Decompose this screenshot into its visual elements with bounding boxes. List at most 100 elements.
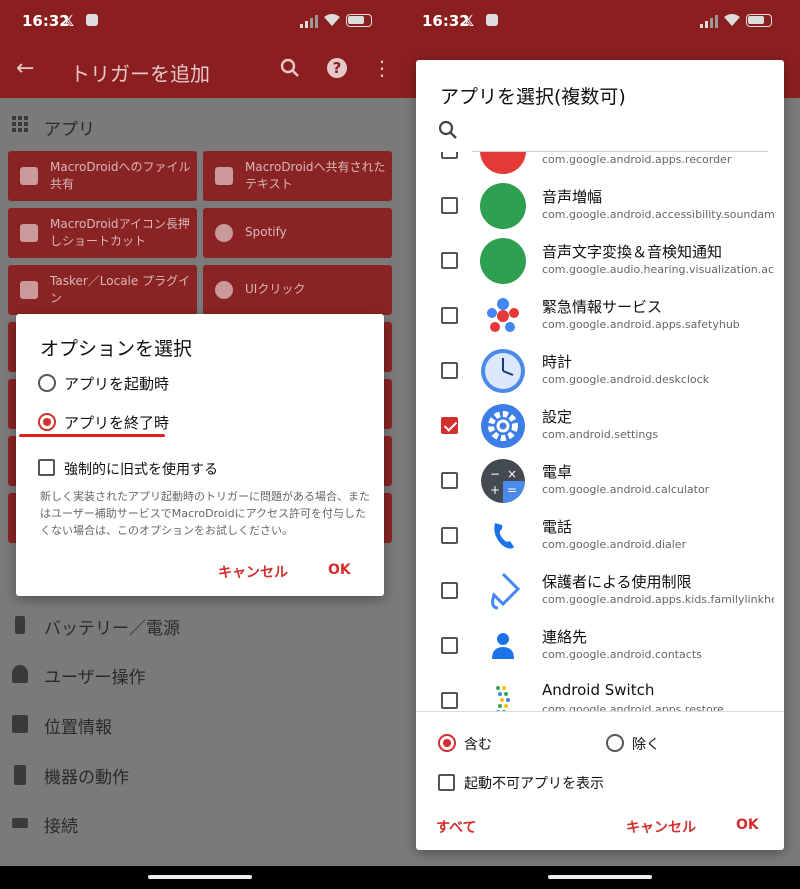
list-item[interactable]: 時計 com.google.android.deskclock — [416, 343, 784, 398]
tile-ui-click[interactable]: UIクリック — [203, 265, 392, 315]
app-checkbox[interactable] — [441, 527, 458, 544]
app-checkbox[interactable] — [441, 692, 458, 709]
wifi-icon — [324, 14, 340, 26]
signal-icon — [700, 15, 718, 28]
search-icon[interactable] — [438, 120, 458, 140]
app-checkbox[interactable] — [441, 362, 458, 379]
tile-label: Tasker／Locale プラグイン — [50, 274, 191, 305]
tile-text-share[interactable]: MacroDroidへ共有されたテキスト — [203, 151, 392, 201]
list-item[interactable]: 電話 com.google.android.dialer — [416, 508, 784, 563]
force-legacy-checkbox[interactable] — [38, 459, 55, 476]
notification-app-icon — [486, 14, 498, 26]
show-disabled-checkbox[interactable] — [438, 774, 455, 791]
app-select-dialog: アプリを選択(複数可) com.google.android.apps.reco… — [416, 60, 784, 850]
tile-label: MacroDroidアイコン長押しショートカット — [50, 217, 190, 248]
app-checkbox[interactable] — [441, 197, 458, 214]
app-name: 設定 — [542, 408, 573, 426]
category-user-action[interactable]: ユーザー操作 — [0, 649, 400, 699]
app-name: 音声増幅 — [542, 188, 603, 206]
app-package: com.google.android.deskclock — [542, 373, 710, 386]
list-item[interactable]: 連絡先 com.google.android.contacts — [416, 618, 784, 673]
back-arrow-icon[interactable]: ← — [16, 56, 34, 81]
radio-launch[interactable] — [38, 374, 56, 392]
category-label: ユーザー操作 — [44, 668, 146, 688]
home-indicator[interactable] — [148, 875, 252, 879]
ok-button[interactable]: OK — [328, 562, 351, 578]
list-item[interactable]: − × + = 電卓 com.google.android.calculator — [416, 453, 784, 508]
category-connection[interactable]: 接続 — [0, 798, 400, 848]
safety-icon — [487, 298, 519, 332]
home-indicator[interactable] — [548, 875, 652, 879]
app-package: com.google.android.dialer — [542, 538, 687, 551]
text-share-icon — [215, 167, 233, 185]
list-item[interactable]: com.google.android.apps.recorder — [416, 152, 784, 178]
tile-tasker-plugin[interactable]: Tasker／Locale プラグイン — [8, 265, 197, 315]
app-bar: ← トリガーを追加 ? ⋮ — [0, 42, 400, 98]
app-package: com.google.android.apps.kids.familylinkh… — [542, 593, 774, 606]
grid-icon — [12, 116, 28, 132]
search-icon[interactable] — [280, 58, 300, 78]
radio-exclude[interactable] — [606, 734, 624, 752]
recorder-icon — [480, 152, 526, 174]
list-item[interactable]: 設定 com.android.settings — [416, 398, 784, 453]
select-all-button[interactable]: すべて — [436, 817, 476, 837]
dialer-icon — [494, 523, 514, 549]
category-location[interactable]: 位置情報 — [0, 699, 400, 749]
signal-icon — [300, 15, 318, 28]
contacts-icon — [492, 633, 514, 659]
more-vert-icon[interactable]: ⋮ — [372, 56, 392, 80]
app-checkbox[interactable] — [441, 252, 458, 269]
category-battery[interactable]: バッテリー／電源 — [0, 600, 400, 650]
tile-label: Spotify — [245, 225, 287, 239]
page-title: トリガーを追加 — [70, 62, 210, 86]
battery-icon — [746, 14, 772, 27]
app-checkbox[interactable] — [441, 472, 458, 489]
tile-spotify[interactable]: Spotify — [203, 208, 392, 258]
app-package: com.google.android.calculator — [542, 483, 710, 496]
category-device-action[interactable]: 機器の動作 — [0, 749, 400, 799]
touch-icon — [215, 281, 233, 299]
show-disabled-label: 起動不可アプリを表示 — [464, 776, 604, 792]
notification-app-icon — [86, 14, 98, 26]
svg-text:=: = — [507, 483, 517, 497]
tile-label: MacroDroidへのファイル共有 — [50, 160, 191, 191]
tile-icon-long-press[interactable]: MacroDroidアイコン長押しショートカット — [8, 208, 197, 258]
radio-exit[interactable] — [38, 413, 56, 431]
list-item[interactable]: 音声増幅 com.google.android.accessibility.so… — [416, 178, 784, 233]
tile-label: UIクリック — [245, 282, 306, 296]
tile-file-share[interactable]: MacroDroidへのファイル共有 — [8, 151, 197, 201]
list-item[interactable]: 音声文字変換＆音検知通知 com.google.audio.hearing.vi… — [416, 233, 784, 288]
list-item[interactable]: 緊急情報サービス com.google.android.apps.safetyh… — [416, 288, 784, 343]
list-item[interactable]: Android Switch com.google.android.apps.r… — [416, 673, 784, 712]
app-checkbox[interactable] — [441, 582, 458, 599]
app-package: com.google.android.apps.safetyhub — [542, 318, 740, 331]
spotify-icon — [215, 224, 233, 242]
dialog-title: アプリを選択(複数可) — [440, 86, 626, 108]
app-checkbox[interactable] — [441, 637, 458, 654]
help-icon[interactable]: ? — [327, 58, 347, 78]
ok-button[interactable]: OK — [736, 817, 759, 833]
puzzle-icon — [20, 281, 38, 299]
dialog-description: 新しく実装されたアプリ起動時のトリガーに問題がある場合、またはユーザー補助サービ… — [40, 490, 370, 537]
list-item[interactable]: 保護者による使用制限 com.google.android.apps.kids.… — [416, 563, 784, 618]
plug-icon — [15, 616, 25, 634]
section-label: アプリ — [44, 120, 95, 140]
section-apps: アプリ — [0, 98, 400, 150]
cancel-button[interactable]: キャンセル — [626, 817, 696, 837]
ear-icon — [480, 183, 526, 229]
app-checkbox[interactable] — [441, 417, 458, 434]
app-package: com.android.settings — [542, 428, 659, 441]
app-package: com.google.audio.hearing.visualization.a… — [542, 263, 774, 276]
app-name: 電話 — [542, 518, 573, 536]
radio-include[interactable] — [438, 734, 456, 752]
app-checkbox[interactable] — [441, 152, 458, 159]
tile-label: MacroDroidへ共有されたテキスト — [245, 160, 386, 191]
app-package: com.google.android.contacts — [542, 648, 702, 661]
x-app-icon: 𝕏 — [462, 12, 475, 30]
cancel-button[interactable]: キャンセル — [218, 562, 288, 582]
battery-icon — [346, 14, 372, 27]
wifi-icon — [724, 14, 740, 26]
app-checkbox[interactable] — [441, 307, 458, 324]
app-list[interactable]: com.google.android.apps.recorder 音声増幅 co… — [416, 152, 784, 712]
left-screen: 16:32 𝕏 ← トリガーを追加 ? ⋮ アプリ MacroDroidへのファ… — [0, 0, 400, 889]
